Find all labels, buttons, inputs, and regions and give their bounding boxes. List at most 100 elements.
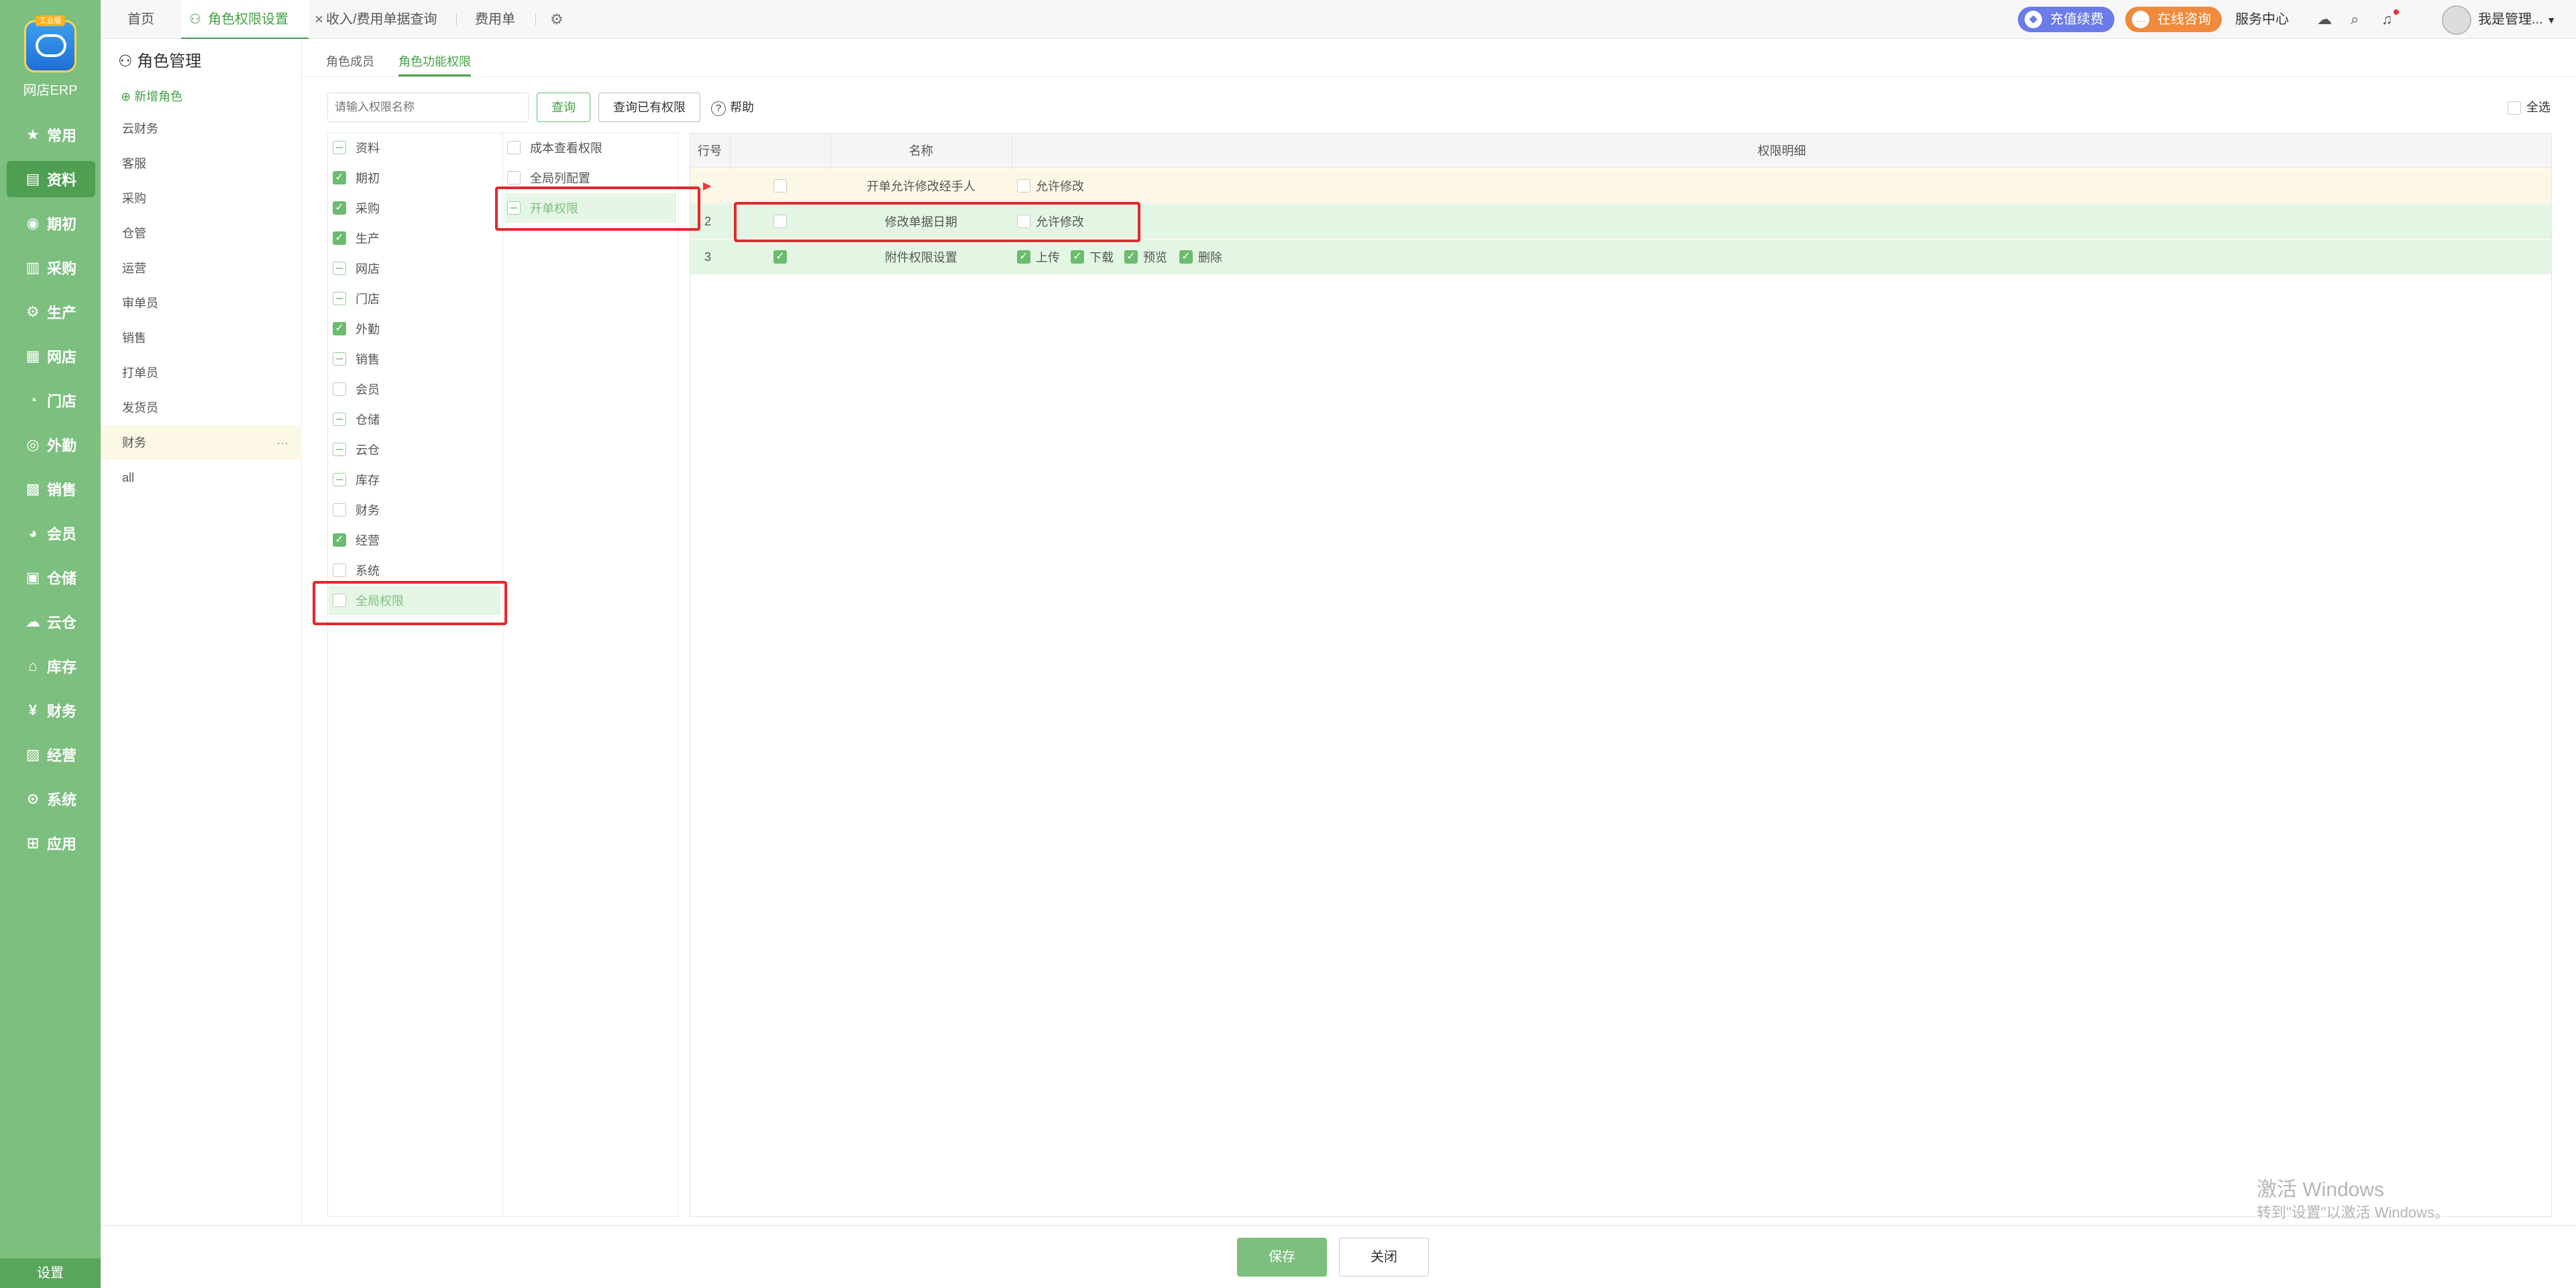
add-role-button[interactable]: ⊕ 新增角色 [121, 82, 182, 111]
tree-item-财务[interactable]: 财务 [333, 495, 500, 525]
checkbox[interactable] [773, 179, 787, 193]
nav-item-期初[interactable]: ◉ 期初 [7, 205, 95, 241]
nav-item-系统[interactable]: ⊙ 系统 [7, 781, 95, 817]
cloud-icon[interactable]: ☁ [2317, 0, 2337, 39]
tree-item-云仓[interactable]: 云仓 [333, 435, 500, 464]
role-item[interactable]: 审单员 [101, 286, 302, 321]
checkbox[interactable] [333, 443, 346, 456]
permission-search-input[interactable] [327, 93, 529, 122]
gear-icon[interactable]: ⚙ [550, 0, 570, 39]
checkbox-checked[interactable]: ✓ [333, 231, 346, 245]
tree-item-仓储[interactable]: 仓储 [333, 405, 500, 434]
nav-item-会员[interactable]: ◕ 会员 [7, 515, 95, 551]
nav-item-常用[interactable]: ★ 常用 [7, 117, 95, 153]
detail-option[interactable]: ✓ 删除 [1179, 239, 1222, 274]
detail-option[interactable]: ✓ 预览 [1124, 239, 1167, 274]
tab-expense[interactable]: 费用单 [475, 0, 522, 39]
checkbox-checked[interactable]: ✓ [1017, 250, 1030, 264]
service-center-link[interactable]: 服务中心 [2235, 0, 2302, 39]
role-item[interactable]: 打单员 [101, 356, 302, 390]
subtab-members[interactable]: 角色成员 [326, 47, 374, 76]
recharge-button[interactable]: ◆ 充值续费 [2018, 7, 2114, 32]
nav-item-销售[interactable]: ▩ 销售 [7, 471, 95, 507]
checkbox[interactable] [1017, 179, 1030, 193]
tree-item-会员[interactable]: 会员 [333, 374, 500, 404]
role-item[interactable]: 销售 [101, 321, 302, 356]
bell-icon[interactable]: ♫ [2381, 0, 2408, 39]
checkbox[interactable] [507, 171, 521, 184]
role-item-selected[interactable]: 财务 ··· [101, 425, 302, 460]
select-all[interactable]: 全选 [2508, 93, 2551, 122]
close-button[interactable]: 关闭 [1339, 1238, 1429, 1277]
row-checkbox-cell[interactable] [730, 168, 830, 203]
checkbox[interactable] [333, 413, 346, 426]
checkbox-checked[interactable]: ✓ [773, 250, 787, 264]
nav-item-财务[interactable]: ¥ 财务 [7, 692, 95, 729]
checkbox-checked[interactable]: ✓ [333, 533, 346, 547]
role-item[interactable]: 运营 [101, 251, 302, 286]
nav-item-应用[interactable]: ⊞ 应用 [7, 825, 95, 861]
query-owned-button[interactable]: 查询已有权限 [598, 93, 700, 122]
checkbox[interactable] [507, 141, 521, 154]
app-logo[interactable]: 工业版 [24, 15, 76, 72]
tree-item-网店[interactable]: 网店 [333, 254, 500, 283]
nav-item-仓储[interactable]: ▣ 仓储 [7, 559, 95, 596]
tree-item-外勤[interactable]: ✓ 外勤 [333, 314, 500, 343]
user-menu[interactable]: 我是管理... ▼ [2478, 0, 2572, 39]
search-icon[interactable]: ⌕ [2351, 0, 2371, 39]
role-item[interactable]: 客服 [101, 146, 302, 181]
checkbox[interactable] [333, 262, 346, 275]
tree-item-销售[interactable]: 销售 [333, 344, 500, 374]
nav-item-外勤[interactable]: ◎ 外勤 [7, 427, 95, 463]
avatar[interactable] [2442, 5, 2471, 35]
subtab-permissions[interactable]: 角色功能权限 [398, 47, 471, 76]
checkbox-checked[interactable]: ✓ [333, 171, 346, 184]
tab-role-permission[interactable]: ⚇ 角色权限设置 × [181, 0, 323, 39]
nav-item-库存[interactable]: ⌂ 库存 [7, 648, 95, 684]
nav-item-门店[interactable]: ◔ 门店 [7, 382, 95, 419]
tree-item-门店[interactable]: 门店 [333, 284, 500, 313]
checkbox[interactable] [333, 382, 346, 396]
tab-home[interactable]: 首页 [127, 0, 174, 39]
query-button[interactable]: 查询 [537, 93, 590, 122]
select-all-checkbox[interactable] [2508, 101, 2521, 115]
role-item[interactable]: 发货员 [101, 390, 302, 425]
checkbox-checked[interactable]: ✓ [333, 201, 346, 215]
settings-button[interactable]: 设置 [0, 1258, 101, 1288]
role-item[interactable]: 采购 [101, 181, 302, 216]
close-tab-icon[interactable]: × [315, 0, 323, 39]
detail-option[interactable]: ✓ 下载 [1071, 239, 1114, 274]
online-consult-button[interactable]: … 在线咨询 [2125, 7, 2222, 32]
row-checkbox-cell[interactable]: ✓ [730, 239, 830, 274]
detail-option[interactable]: 允许修改 [1017, 168, 1084, 203]
tree-item-期初[interactable]: ✓ 期初 [333, 163, 500, 193]
help-link[interactable]: ? 帮助 [711, 93, 754, 122]
role-item[interactable]: all [101, 460, 302, 495]
nav-item-经营[interactable]: ▨ 经营 [7, 737, 95, 773]
detail-option[interactable]: ✓ 上传 [1017, 239, 1060, 274]
tree2-item-成本查看权限[interactable]: 成本查看权限 [507, 133, 675, 162]
nav-item-云仓[interactable]: ☁ 云仓 [7, 604, 95, 640]
checkbox[interactable] [333, 292, 346, 305]
more-icon[interactable]: ··· [276, 425, 288, 460]
nav-item-资料[interactable]: ▤ 资料 [7, 161, 95, 197]
tree-item-经营[interactable]: ✓ 经营 [333, 525, 500, 555]
checkbox[interactable] [333, 141, 346, 154]
role-item[interactable]: 仓管 [101, 216, 302, 251]
checkbox[interactable] [333, 352, 346, 366]
save-button[interactable]: 保存 [1237, 1238, 1327, 1277]
checkbox[interactable] [333, 564, 346, 577]
nav-item-生产[interactable]: ⚙ 生产 [7, 294, 95, 330]
tree-item-生产[interactable]: ✓ 生产 [333, 223, 500, 253]
checkbox-checked[interactable]: ✓ [1124, 250, 1138, 264]
tree-item-资料[interactable]: 资料 [333, 133, 500, 162]
checkbox-checked[interactable]: ✓ [1179, 250, 1193, 264]
role-item[interactable]: 云财务 [101, 111, 302, 146]
tree-item-库存[interactable]: 库存 [333, 465, 500, 494]
checkbox[interactable] [333, 503, 346, 517]
checkbox[interactable] [333, 473, 346, 486]
nav-item-网店[interactable]: ▦ 网店 [7, 338, 95, 374]
checkbox-checked[interactable]: ✓ [333, 322, 346, 335]
tree-item-采购[interactable]: ✓ 采购 [333, 193, 500, 223]
nav-item-采购[interactable]: ▥ 采购 [7, 250, 95, 286]
